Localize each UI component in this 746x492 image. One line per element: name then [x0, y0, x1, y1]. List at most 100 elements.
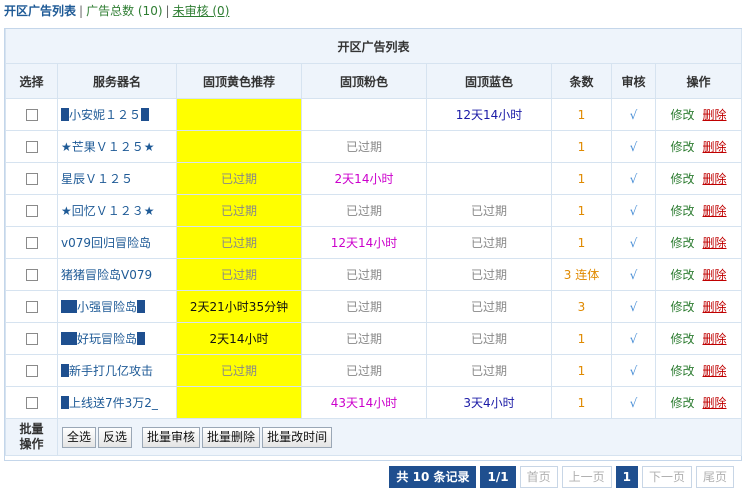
server-name[interactable]: ★回忆Ｖ１２３★ — [61, 204, 155, 218]
row-checkbox[interactable] — [25, 301, 38, 313]
first-page-button[interactable]: 首页 — [519, 466, 558, 488]
glyph-block-icon — [61, 108, 69, 121]
blue-cell: 12天14小时 — [426, 98, 552, 131]
edit-link[interactable]: 修改 — [670, 236, 694, 250]
edit-link[interactable]: 修改 — [670, 396, 694, 410]
server-name[interactable]: 小强冒险岛 — [77, 300, 137, 314]
server-name[interactable]: 好玩冒险岛 — [77, 332, 137, 346]
table-row: 小安妮１２５ 12天14小时 1 √ 修改 删除 — [5, 98, 743, 131]
nav-separator: | — [79, 4, 84, 18]
row-checkbox[interactable] — [25, 205, 38, 217]
invert-selection-button[interactable]: 反选 — [98, 426, 133, 448]
delete-link[interactable]: 删除 — [703, 140, 727, 154]
count-cell: 3 — [551, 290, 612, 323]
col-header-pink: 固顶粉色 — [301, 63, 427, 99]
blue-cell: 已过期 — [426, 290, 552, 323]
row-checkbox[interactable] — [25, 333, 38, 345]
row-checkbox[interactable] — [25, 173, 38, 185]
blue-cell: 已过期 — [426, 354, 552, 387]
glyph-block-icon — [61, 364, 69, 377]
page-indicator: 1/1 — [480, 466, 516, 488]
review-check-icon: √ — [611, 98, 656, 131]
delete-link[interactable]: 删除 — [703, 204, 727, 218]
server-name[interactable]: 新手打几亿攻击 — [69, 364, 153, 378]
nav-separator: | — [165, 4, 170, 18]
last-page-button[interactable]: 尾页 — [695, 466, 734, 488]
row-checkbox[interactable] — [25, 141, 38, 153]
server-name[interactable]: ★芒果Ｖ１２５★ — [61, 140, 155, 154]
server-name[interactable]: v079回归冒险岛 — [61, 236, 151, 250]
blue-cell: 已过期 — [426, 226, 552, 259]
batch-change-time-button[interactable]: 批量改时间 — [262, 426, 333, 448]
server-name[interactable]: 小安妮１２５ — [69, 108, 141, 122]
pink-cell: 已过期 — [301, 354, 427, 387]
current-page-button[interactable]: 1 — [615, 466, 638, 488]
table-row: ★回忆Ｖ１２３★ 已过期 已过期 已过期 1 √ 修改 删除 — [5, 194, 743, 227]
next-page-button[interactable]: 下一页 — [641, 466, 692, 488]
server-name[interactable]: 星辰Ｖ１２５ — [61, 172, 133, 186]
glyph-block-icon — [61, 396, 69, 409]
nav-unreviewed-link[interactable]: 未审核 (0) — [173, 4, 230, 18]
nav-total[interactable]: 广告总数 (10) — [86, 4, 162, 18]
delete-link[interactable]: 删除 — [703, 396, 727, 410]
ad-list-panel: 开区广告列表 选择 服务器名 固顶黄色推荐 固顶粉色 固顶蓝色 条数 审核 操作… — [4, 28, 743, 461]
table-row: 好玩冒险岛 2天14小时 已过期 已过期 1 √ 修改 删除 — [5, 322, 743, 355]
edit-link[interactable]: 修改 — [670, 300, 694, 314]
server-name[interactable]: 猪猪冒险岛V079 — [61, 268, 152, 282]
batch-review-button[interactable]: 批量审核 — [142, 426, 201, 448]
delete-link[interactable]: 删除 — [703, 172, 727, 186]
record-count: 共 10 条记录 — [389, 466, 477, 488]
col-header-review: 审核 — [611, 63, 656, 99]
review-check-icon: √ — [611, 162, 656, 195]
row-checkbox[interactable] — [25, 365, 38, 377]
edit-link[interactable]: 修改 — [670, 108, 694, 122]
delete-link[interactable]: 删除 — [703, 300, 727, 314]
edit-link[interactable]: 修改 — [670, 140, 694, 154]
edit-link[interactable]: 修改 — [670, 204, 694, 218]
glyph-block-icon — [69, 300, 77, 313]
count-cell: 1 — [551, 386, 612, 419]
server-name[interactable]: 上线送7件3万2_ — [69, 396, 158, 410]
col-header-server: 服务器名 — [57, 63, 177, 99]
top-nav: 开区广告列表 | 广告总数 (10) | 未审核 (0) — [4, 3, 229, 19]
yellow-cell: 已过期 — [176, 194, 302, 227]
edit-link[interactable]: 修改 — [670, 364, 694, 378]
pink-cell — [301, 98, 427, 131]
row-checkbox[interactable] — [25, 397, 38, 409]
prev-page-button[interactable]: 上一页 — [561, 466, 612, 488]
delete-link[interactable]: 删除 — [703, 364, 727, 378]
pagination: 共 10 条记录 1/1 首页 上一页 1 下一页 尾页 — [389, 466, 734, 488]
count-cell: 1 — [551, 322, 612, 355]
pink-cell: 已过期 — [301, 194, 427, 227]
col-header-yellow: 固顶黄色推荐 — [176, 63, 302, 99]
delete-link[interactable]: 删除 — [703, 332, 727, 346]
table-row: 新手打几亿攻击 已过期 已过期 已过期 1 √ 修改 删除 — [5, 354, 743, 387]
nav-current[interactable]: 开区广告列表 — [4, 4, 76, 18]
batch-delete-button[interactable]: 批量删除 — [202, 426, 261, 448]
batch-row: 批量操作 全选 反选 批量审核 批量删除 批量改时间 — [5, 418, 743, 456]
table-row: ★芒果Ｖ１２５★ 已过期 1 √ 修改 删除 — [5, 130, 743, 163]
col-header-select: 选择 — [5, 63, 58, 99]
row-checkbox[interactable] — [25, 109, 38, 121]
table-row: v079回归冒险岛 已过期 12天14小时 已过期 1 √ 修改 删除 — [5, 226, 743, 259]
table-row: 小强冒险岛 2天21小时35分钟 已过期 已过期 3 √ 修改 删除 — [5, 290, 743, 323]
glyph-block-icon — [141, 108, 150, 121]
row-checkbox[interactable] — [25, 237, 38, 249]
row-checkbox[interactable] — [25, 269, 38, 281]
yellow-cell: 已过期 — [176, 162, 302, 195]
glyph-block-icon — [137, 300, 146, 313]
blue-cell: 已过期 — [426, 194, 552, 227]
edit-link[interactable]: 修改 — [670, 172, 694, 186]
pink-cell: 12天14小时 — [301, 226, 427, 259]
col-header-count: 条数 — [551, 63, 612, 99]
delete-link[interactable]: 删除 — [703, 108, 727, 122]
select-all-button[interactable]: 全选 — [62, 426, 97, 448]
delete-link[interactable]: 删除 — [703, 268, 727, 282]
delete-link[interactable]: 删除 — [703, 236, 727, 250]
table-row: 上线送7件3万2_ 43天14小时 3天4小时 1 √ 修改 删除 — [5, 386, 743, 419]
edit-link[interactable]: 修改 — [670, 332, 694, 346]
review-check-icon: √ — [611, 226, 656, 259]
blue-cell: 已过期 — [426, 258, 552, 291]
edit-link[interactable]: 修改 — [670, 268, 694, 282]
yellow-cell — [176, 98, 302, 131]
